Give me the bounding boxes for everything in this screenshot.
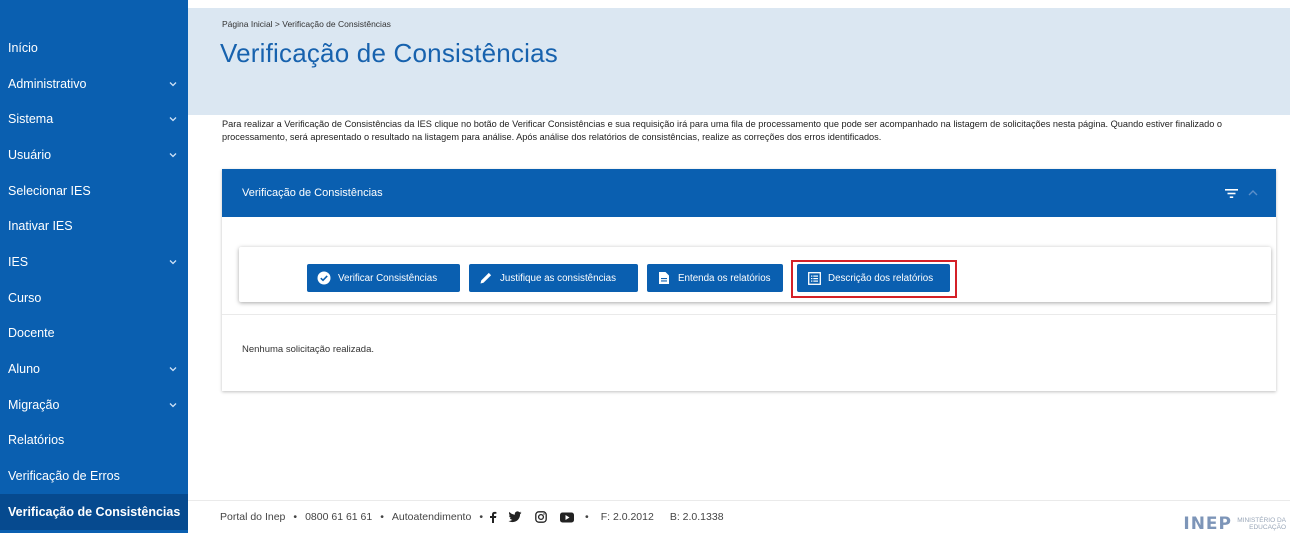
sidebar-item[interactable]: Migração bbox=[0, 387, 188, 423]
chevron-down-icon bbox=[168, 79, 178, 89]
empty-requests-message: Nenhuma solicitação realizada. bbox=[242, 344, 375, 355]
sidebar-item-label: Migração bbox=[8, 397, 60, 412]
sidebar-item-label: Relatórios bbox=[8, 433, 65, 448]
page-description: Para realizar a Verificação de Consistên… bbox=[222, 119, 1222, 142]
sidebar-item[interactable]: Início bbox=[0, 30, 188, 66]
app-root: Início Administrativo Sistema Usuário Seleci… bbox=[0, 0, 1290, 533]
sidebar-item[interactable]: Verificação de Erros bbox=[0, 458, 188, 494]
chevron-down-icon bbox=[168, 364, 178, 374]
check-circle-icon bbox=[317, 271, 331, 285]
sidebar-item-label: Docente bbox=[8, 326, 55, 341]
list-box-icon bbox=[807, 271, 821, 285]
reports-description-button[interactable]: Descrição dos relatórios bbox=[797, 264, 950, 292]
sidebar-item-label: Selecionar IES bbox=[8, 183, 91, 198]
verify-consistencies-button[interactable]: Verificar Consistências bbox=[307, 264, 460, 292]
sidebar-top-spacer bbox=[0, 0, 188, 30]
chevron-down-icon bbox=[168, 400, 178, 410]
breadcrumb[interactable]: Página Inicial > Verificação de Consistê… bbox=[222, 19, 391, 29]
chevron-down-icon bbox=[168, 114, 178, 124]
understand-reports-label: Entenda os relatórios bbox=[678, 272, 771, 284]
ministry-logo[interactable]: MINISTÉRIO DA EDUCAÇÃO bbox=[1236, 517, 1286, 531]
panel-header: Verificação de Consistências bbox=[222, 169, 1276, 217]
twitter-icon[interactable] bbox=[508, 511, 522, 523]
chevron-down-icon bbox=[168, 257, 178, 267]
sidebar-item[interactable]: Relatórios bbox=[0, 423, 188, 459]
sidebar-item[interactable]: Aluno bbox=[0, 351, 188, 387]
sidebar: Início Administrativo Sistema Usuário Seleci… bbox=[0, 0, 188, 533]
autoatendimento-link[interactable]: Autoatendimento bbox=[392, 511, 471, 523]
footer-separator: • bbox=[585, 511, 589, 523]
sidebar-item[interactable]: Sistema bbox=[0, 101, 188, 137]
document-icon bbox=[657, 271, 671, 285]
reports-description-label: Descrição dos relatórios bbox=[828, 272, 934, 284]
footer: Portal do Inep • 0800 61 61 61 • Autoate… bbox=[188, 500, 1290, 533]
footer-separator: • bbox=[293, 511, 298, 523]
page-title: Verificação de Consistências bbox=[220, 38, 559, 68]
footer-separator: • bbox=[479, 511, 484, 523]
chevron-down-icon bbox=[168, 150, 178, 160]
instagram-icon[interactable] bbox=[535, 511, 547, 523]
chevron-up-icon[interactable] bbox=[1246, 186, 1260, 200]
sidebar-item-label: Inativar IES bbox=[8, 219, 73, 234]
sidebar-item[interactable]: Verificação de Consistências bbox=[0, 493, 188, 530]
justify-consistencies-label: Justifique as consistências bbox=[500, 272, 616, 284]
main-content: Página Inicial > Verificação de Consistê… bbox=[188, 0, 1290, 533]
sidebar-item[interactable]: Curso bbox=[0, 280, 188, 316]
portal-link[interactable]: Portal do Inep bbox=[220, 511, 285, 523]
panel-title: Verificação de Consistências bbox=[242, 187, 383, 199]
justify-consistencies-button[interactable]: Justifique as consistências bbox=[469, 264, 638, 292]
sidebar-item-label: Usuário bbox=[8, 147, 52, 162]
sidebar-item-label: Sistema bbox=[8, 112, 54, 127]
sidebar-item[interactable]: IES bbox=[0, 244, 188, 280]
filter-icon[interactable] bbox=[1224, 186, 1238, 200]
youtube-icon[interactable] bbox=[560, 512, 575, 523]
frontend-version: F: 2.0.2012 bbox=[600, 511, 654, 523]
backend-version: B: 2.0.1338 bbox=[669, 511, 724, 523]
consistency-panel: Verificação de Consistências Verificar C… bbox=[222, 169, 1276, 391]
sidebar-item[interactable]: Administrativo bbox=[0, 66, 188, 102]
facebook-icon[interactable] bbox=[489, 511, 497, 523]
inep-logo[interactable]: INEP bbox=[1183, 514, 1232, 533]
sidebar-item-label: IES bbox=[8, 254, 29, 269]
panel-tools bbox=[1224, 186, 1260, 200]
understand-reports-button[interactable]: Entenda os relatórios bbox=[647, 264, 783, 292]
panel-divider bbox=[222, 314, 1276, 315]
sidebar-item[interactable]: Docente bbox=[0, 316, 188, 352]
sidebar-item-label: Verificação de Consistências bbox=[8, 504, 181, 519]
sidebar-item-label: Aluno bbox=[8, 362, 40, 377]
sidebar-item-label: Administrativo bbox=[8, 76, 87, 91]
sidebar-list: Início Administrativo Sistema Usuário Seleci… bbox=[0, 30, 188, 530]
sidebar-item-label: Curso bbox=[8, 290, 42, 305]
phone-number: 0800 61 61 61 bbox=[305, 511, 373, 523]
actions-toolbar: Verificar Consistências Justifique as co… bbox=[239, 247, 1271, 302]
pencil-icon bbox=[479, 271, 493, 285]
sidebar-item-label: Início bbox=[8, 40, 38, 55]
sidebar-item[interactable]: Inativar IES bbox=[0, 208, 188, 244]
sidebar-item[interactable]: Selecionar IES bbox=[0, 173, 188, 209]
sidebar-item-label: Verificação de Erros bbox=[8, 469, 120, 484]
verify-consistencies-label: Verificar Consistências bbox=[338, 272, 438, 284]
footer-separator: • bbox=[380, 511, 384, 523]
sidebar-item[interactable]: Usuário bbox=[0, 137, 188, 173]
